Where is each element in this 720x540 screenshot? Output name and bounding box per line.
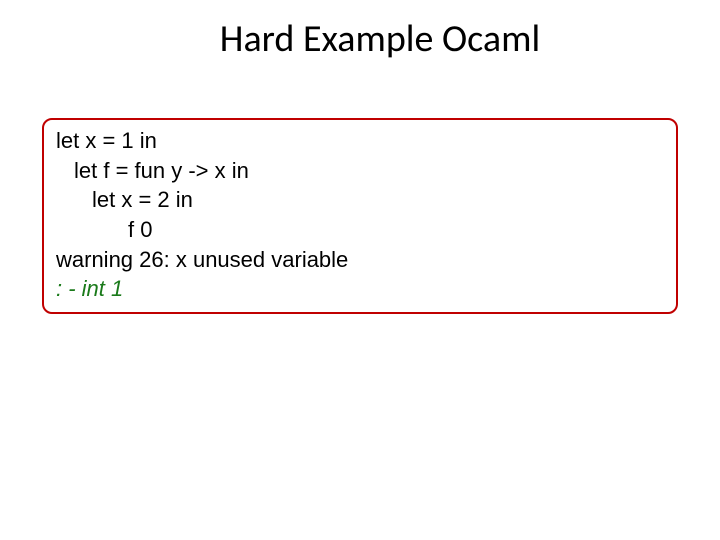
code-warning-line: warning 26: x unused variable <box>56 245 664 275</box>
code-example-box: let x = 1 in let f = fun y -> x in let x… <box>42 118 678 314</box>
code-line: let x = 1 in <box>56 126 664 156</box>
code-line: let f = fun y -> x in <box>56 156 664 186</box>
code-result-line: : - int 1 <box>56 274 664 304</box>
slide-title: Hard Example Ocaml <box>0 0 720 62</box>
code-line: let x = 2 in <box>56 185 664 215</box>
code-line: f 0 <box>56 215 664 245</box>
